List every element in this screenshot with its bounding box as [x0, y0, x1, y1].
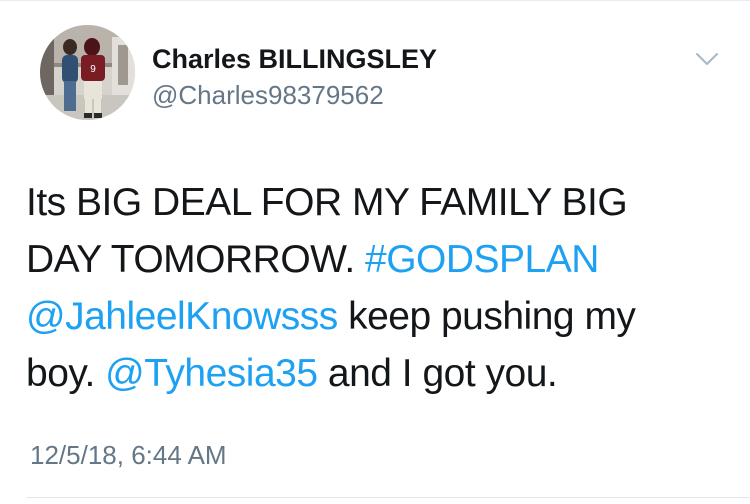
chevron-down-icon[interactable] — [692, 48, 722, 70]
tweet-text-segment: DAY TOMORROW. — [26, 238, 365, 281]
tweet-text-line-1: Its BIG DEAL FOR MY FAMILY BIG — [26, 181, 628, 224]
hashtag-link[interactable]: #GODSPLAN — [365, 238, 599, 281]
tweet-text-segment: boy. — [26, 352, 106, 395]
tweet-text-segment: keep pushing my — [337, 295, 636, 338]
tweet-text-segment: and I got you. — [317, 352, 558, 395]
tweet-text-line-2: DAY TOMORROW. #GODSPLAN — [26, 231, 726, 288]
svg-text:9: 9 — [90, 64, 96, 75]
bottom-divider — [26, 497, 750, 498]
mention-link[interactable]: @Tyhesia35 — [105, 352, 318, 395]
avatar[interactable]: 9 — [40, 25, 135, 120]
tweet-text-line-4: boy. @Tyhesia35 and I got you. — [26, 345, 726, 402]
tweet-text-line-3: @JahleelKnowsss keep pushing my — [26, 288, 726, 345]
avatar-photo: 9 — [40, 25, 135, 120]
display-name[interactable]: Charles BILLINGSLEY — [152, 44, 437, 75]
timestamp[interactable]: 12/5/18, 6:44 AM — [30, 440, 227, 471]
mention-link[interactable]: @JahleelKnowsss — [26, 295, 338, 338]
tweet-card: 9 Charles BILLINGSLEY @Charles98379562 I… — [0, 0, 750, 504]
tweet-text: Its BIG DEAL FOR MY FAMILY BIG DAY TOMOR… — [26, 174, 726, 402]
user-handle[interactable]: @Charles98379562 — [152, 80, 384, 111]
